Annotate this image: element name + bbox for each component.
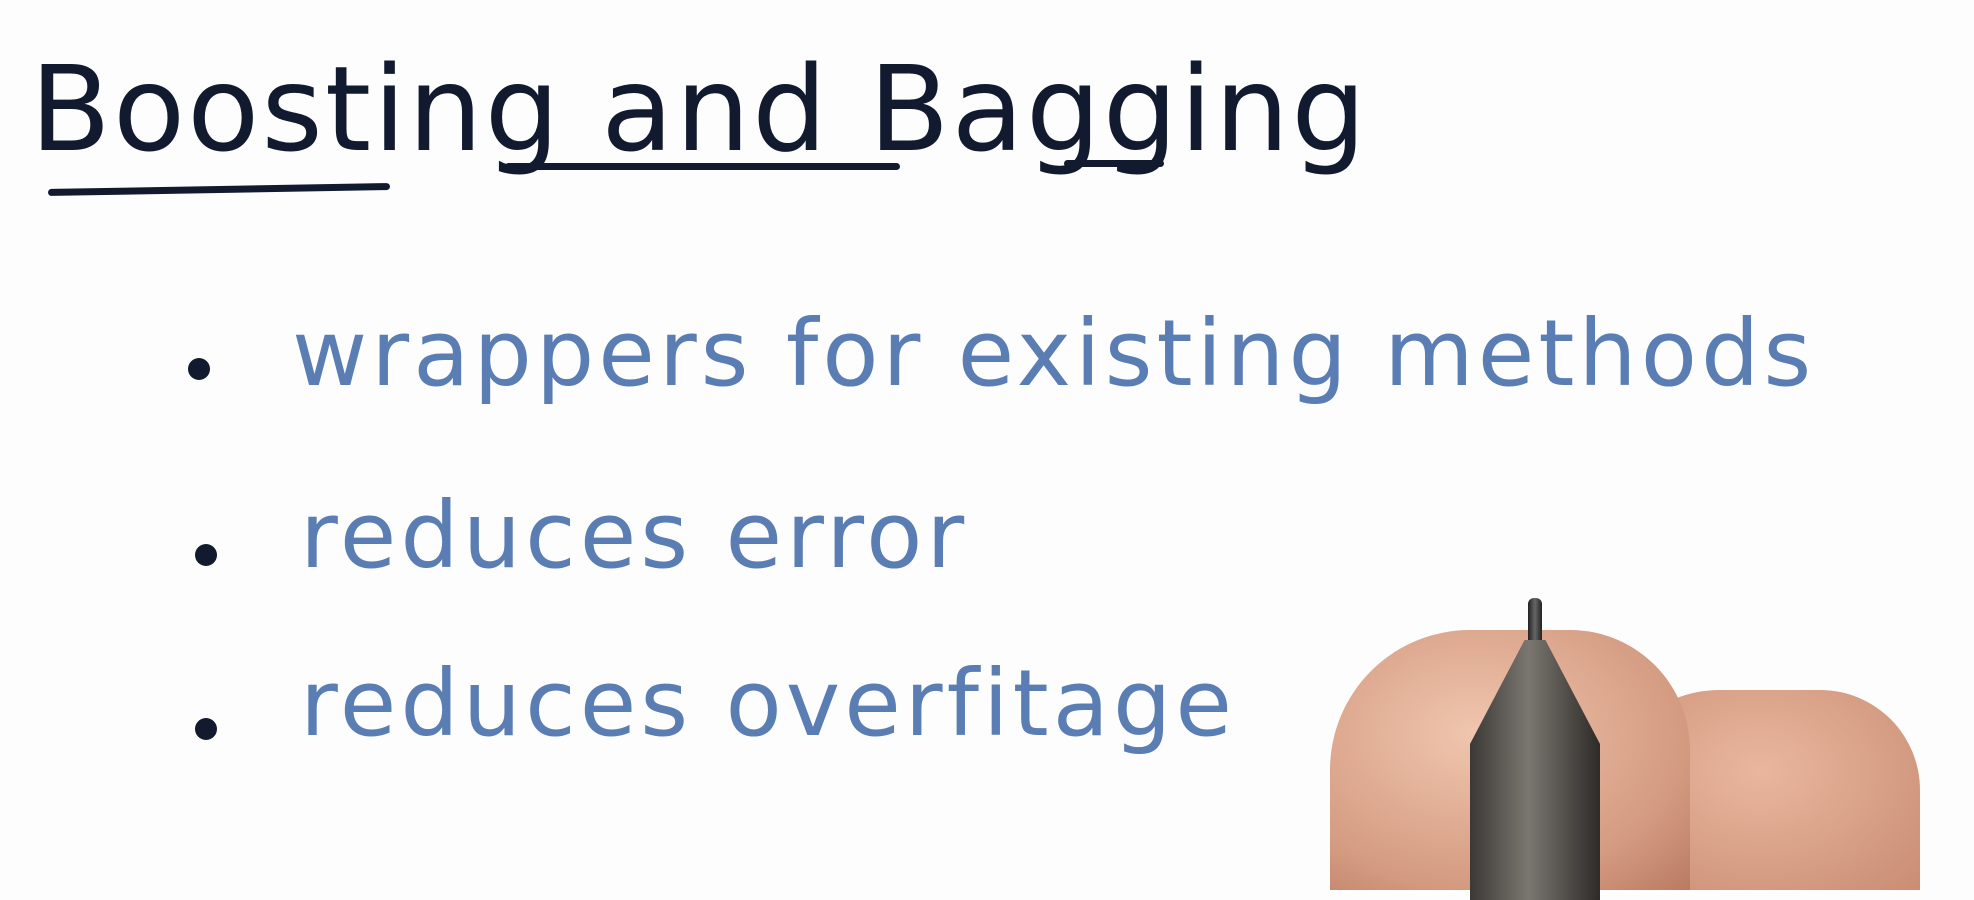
bullet-item: reduces error bbox=[300, 482, 969, 589]
title-word-and: and bbox=[601, 40, 830, 178]
bullet-item: reduces overfitage bbox=[300, 650, 1237, 757]
underline-boosting bbox=[47, 183, 391, 196]
bullet-dot bbox=[195, 718, 217, 740]
bullet-dot bbox=[195, 544, 217, 566]
slide-title: Boosting and Bagging bbox=[30, 40, 1368, 178]
bullet-item: wrappers for existing methods bbox=[292, 300, 1816, 407]
underline-ing bbox=[1064, 160, 1164, 167]
title-word-bagging: Bagging bbox=[868, 40, 1369, 178]
title-word-boosting: Boosting bbox=[30, 40, 562, 178]
bullet-dot bbox=[188, 358, 210, 380]
underline-and-bag bbox=[505, 163, 900, 170]
